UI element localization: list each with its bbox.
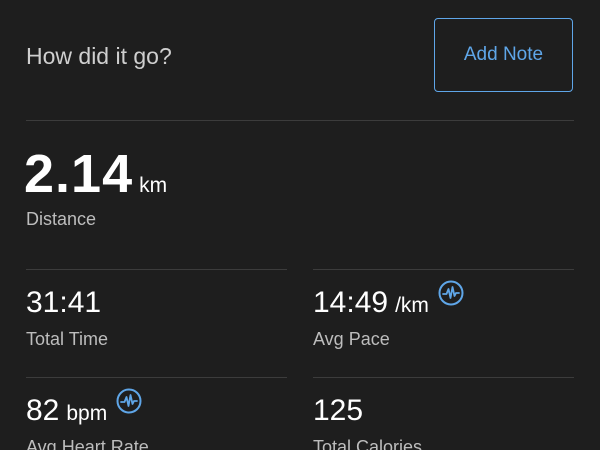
total-calories-label: Total Calories	[313, 437, 423, 450]
heart-rate-pulse-icon[interactable]	[116, 388, 142, 414]
avg-heart-rate-unit: bpm	[66, 402, 108, 425]
stats-row-1-divider-left	[26, 269, 287, 270]
total-time-value-row: 31:41	[26, 286, 101, 320]
header-divider	[26, 120, 574, 121]
distance-unit: km	[139, 174, 168, 197]
add-note-button[interactable]: Add Note	[434, 18, 573, 92]
distance-label: Distance	[26, 209, 97, 229]
total-calories-value-row: 125	[313, 394, 363, 428]
activity-summary-screen: How did it go? Add Note 2.14 km Distance …	[0, 0, 600, 450]
avg-heart-rate-value: 82	[26, 394, 60, 427]
total-time-label: Total Time	[26, 329, 109, 349]
total-calories-value: 125	[313, 394, 364, 427]
avg-heart-rate-label: Avg Heart Rate	[26, 437, 149, 450]
stats-row-2-divider-left	[26, 377, 287, 378]
avg-pace-label: Avg Pace	[313, 329, 390, 349]
distance-value-row: 2.14 km	[24, 143, 167, 205]
distance-value: 2.14	[24, 144, 134, 204]
avg-pace-value-row: 14:49 /km	[313, 280, 464, 320]
avg-heart-rate-value-row: 82 bpm	[26, 388, 142, 428]
stats-row-1-divider-right	[313, 269, 574, 270]
feedback-prompt: How did it go?	[26, 43, 172, 69]
avg-pace-unit: /km	[395, 294, 429, 317]
stats-row-2-divider-right	[313, 377, 574, 378]
avg-pace-value: 14:49	[313, 286, 389, 319]
heart-rate-pulse-icon[interactable]	[438, 280, 464, 306]
total-time-value: 31:41	[26, 286, 102, 319]
